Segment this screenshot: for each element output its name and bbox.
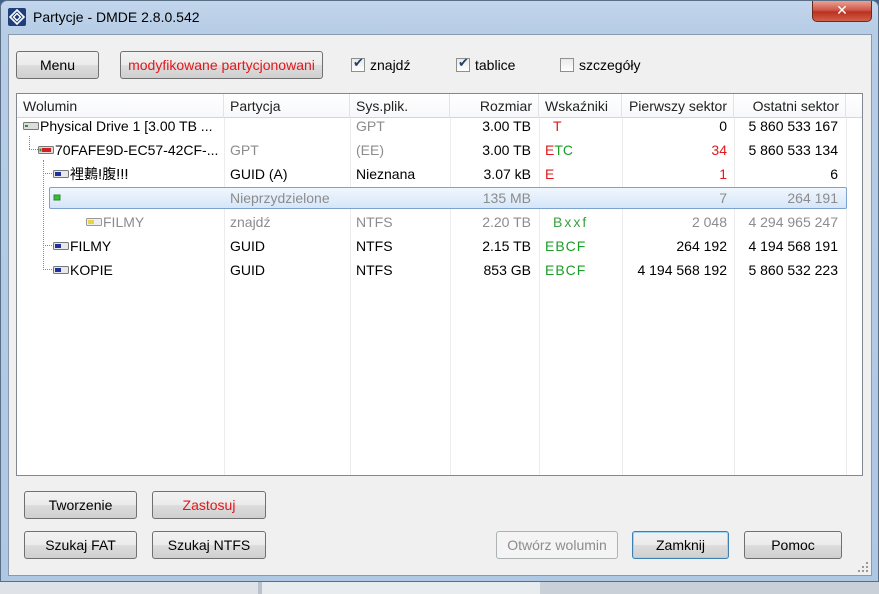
partition-cell: GPT <box>230 142 259 158</box>
first-sector-cell: 1 <box>719 166 727 182</box>
first-sector-cell: 7 <box>719 190 727 206</box>
size-cell: 2.15 TB <box>482 238 531 254</box>
filesystem-cell: (EE) <box>356 142 384 158</box>
table-row[interactable]: 70FAFE9D-EC57-42CF-... GPT (EE) 3.00 TB … <box>17 138 862 162</box>
volume-cell: 裡鶈ⵑ腹ⵑⵑⵑ <box>70 166 129 182</box>
help-button[interactable]: Pomoc <box>744 531 842 559</box>
ntfs-volume-icon <box>53 266 69 274</box>
open-volume-button[interactable]: Otwórz wolumin <box>496 531 618 559</box>
size-cell: 3.07 kB <box>483 166 531 182</box>
dialog-client-area: Menu modyfikowane partycjonowani ✔ znajd… <box>8 34 872 576</box>
first-sector-cell: 4 194 568 192 <box>637 262 727 278</box>
window-title: Partycje - DMDE 2.8.0.542 <box>33 9 200 25</box>
last-sector-cell: 5 860 532 223 <box>748 262 838 278</box>
partitioning-mode-button[interactable]: modyfikowane partycjonowani <box>120 51 323 79</box>
resize-grip-icon[interactable] <box>857 561 869 573</box>
unallocated-icon <box>53 194 61 201</box>
background-window-strip <box>0 580 879 594</box>
partition-cell: Nieprzydzielone <box>230 190 330 206</box>
table-row[interactable]: Physical Drive 1 [3.00 TB ... GPT 3.00 T… <box>17 114 862 138</box>
table-row-selected[interactable]: Nieprzydzielone 135 MB 7 264 191 <box>17 186 862 210</box>
size-cell: 853 GB <box>483 262 531 278</box>
flags-cell: EBCF <box>545 262 587 278</box>
filesystem-cell: Nieznana <box>356 166 416 182</box>
filesystem-cell <box>356 186 448 210</box>
last-sector-cell: 5 860 533 167 <box>748 118 838 134</box>
last-sector-cell: 264 191 <box>787 190 838 206</box>
unknown-partition-icon <box>53 170 69 178</box>
dmde-app-icon <box>8 8 26 26</box>
close-icon: ✕ <box>836 3 848 19</box>
size-cell: 135 MB <box>482 190 531 206</box>
filesystem-cell: NTFS <box>356 214 393 230</box>
tables-checkbox-box[interactable]: ✔ <box>456 56 470 72</box>
physical-drive-icon <box>23 122 39 130</box>
first-sector-cell: 264 192 <box>676 238 727 254</box>
details-checkbox-box[interactable] <box>560 58 574 72</box>
volume-cell <box>70 186 224 210</box>
search-ntfs-button[interactable]: Szukaj NTFS <box>152 531 266 559</box>
partition-cell: GUID (A) <box>230 166 288 182</box>
last-sector-cell: 6 <box>830 166 838 182</box>
size-cell: 3.00 TB <box>482 142 531 158</box>
flags-cell: E <box>545 166 555 182</box>
find-checkbox[interactable]: ✔ znajdź <box>351 56 431 75</box>
tables-checkbox[interactable]: ✔ tablice <box>456 56 536 75</box>
filesystem-cell: GPT <box>356 118 385 134</box>
first-sector-cell: 2 048 <box>691 214 727 230</box>
first-sector-cell: 34 <box>711 142 727 158</box>
partition-cell <box>230 114 348 138</box>
flags-cell: ETC <box>545 142 574 158</box>
flags-cell: EBCF <box>545 238 587 254</box>
filesystem-cell: NTFS <box>356 262 393 278</box>
menu-button[interactable]: Menu <box>16 51 99 79</box>
table-row[interactable]: FILMY znajdź NTFS 2.20 TB Bxxf 2 048 4 2… <box>17 210 862 234</box>
volume-cell: Physical Drive 1 [3.00 TB ... <box>40 118 213 134</box>
partition-cell: GUID <box>230 262 265 278</box>
table-row[interactable]: FILMY GUID NTFS 2.15 TB EBCF 264 192 4 1… <box>17 234 862 258</box>
partition-list[interactable]: Wolumin Partycja Sys.plik. Rozmiar Wskaź… <box>16 93 863 476</box>
last-sector-cell: 5 860 533 134 <box>748 142 838 158</box>
table-row[interactable]: KOPIE GUID NTFS 853 GB EBCF 4 194 568 19… <box>17 258 862 282</box>
apply-button[interactable]: Zastosuj <box>152 491 266 519</box>
partition-cell: znajdź <box>230 214 271 230</box>
volume-cell: FILMY <box>70 238 112 254</box>
search-fat-button[interactable]: Szukaj FAT <box>24 531 137 559</box>
gpt-disk-icon <box>38 146 54 154</box>
flags-cell: T <box>553 118 562 134</box>
tables-checkbox-label: tablice <box>475 57 516 73</box>
checkmark-icon: ✔ <box>458 56 469 71</box>
details-checkbox[interactable]: szczegóły <box>560 57 660 75</box>
details-checkbox-label: szczegóły <box>579 57 641 73</box>
title-bar[interactable]: Partycje - DMDE 2.8.0.542 ✕ <box>1 1 878 33</box>
size-cell: 3.00 TB <box>482 118 531 134</box>
volume-cell: FILMY <box>103 214 145 230</box>
close-button[interactable]: Zamknij <box>632 531 729 559</box>
ntfs-volume-icon <box>53 242 69 250</box>
first-sector-cell: 0 <box>719 118 727 134</box>
table-row[interactable]: 裡鶈ⵑ腹ⵑⵑⵑ GUID (A) Nieznana 3.07 kB E 1 6 <box>17 162 862 186</box>
partitions-window: Partycje - DMDE 2.8.0.542 ✕ Menu modyfik… <box>0 0 879 582</box>
find-checkbox-box[interactable]: ✔ <box>351 56 365 72</box>
checkmark-icon: ✔ <box>353 56 364 71</box>
window-close-button[interactable]: ✕ <box>812 1 872 22</box>
last-sector-cell: 4 194 568 191 <box>748 238 838 254</box>
create-button[interactable]: Tworzenie <box>24 491 137 519</box>
last-sector-cell: 4 294 965 247 <box>748 214 838 230</box>
flags-cell <box>545 186 619 210</box>
volume-cell: 70FAFE9D-EC57-42CF-... <box>55 142 219 158</box>
volume-cell: KOPIE <box>70 262 113 278</box>
found-volume-icon <box>86 218 102 226</box>
partition-cell: GUID <box>230 238 265 254</box>
filesystem-cell: NTFS <box>356 238 393 254</box>
find-checkbox-label: znajdź <box>370 57 411 73</box>
size-cell: 2.20 TB <box>482 214 531 230</box>
flags-cell: Bxxf <box>553 214 589 230</box>
